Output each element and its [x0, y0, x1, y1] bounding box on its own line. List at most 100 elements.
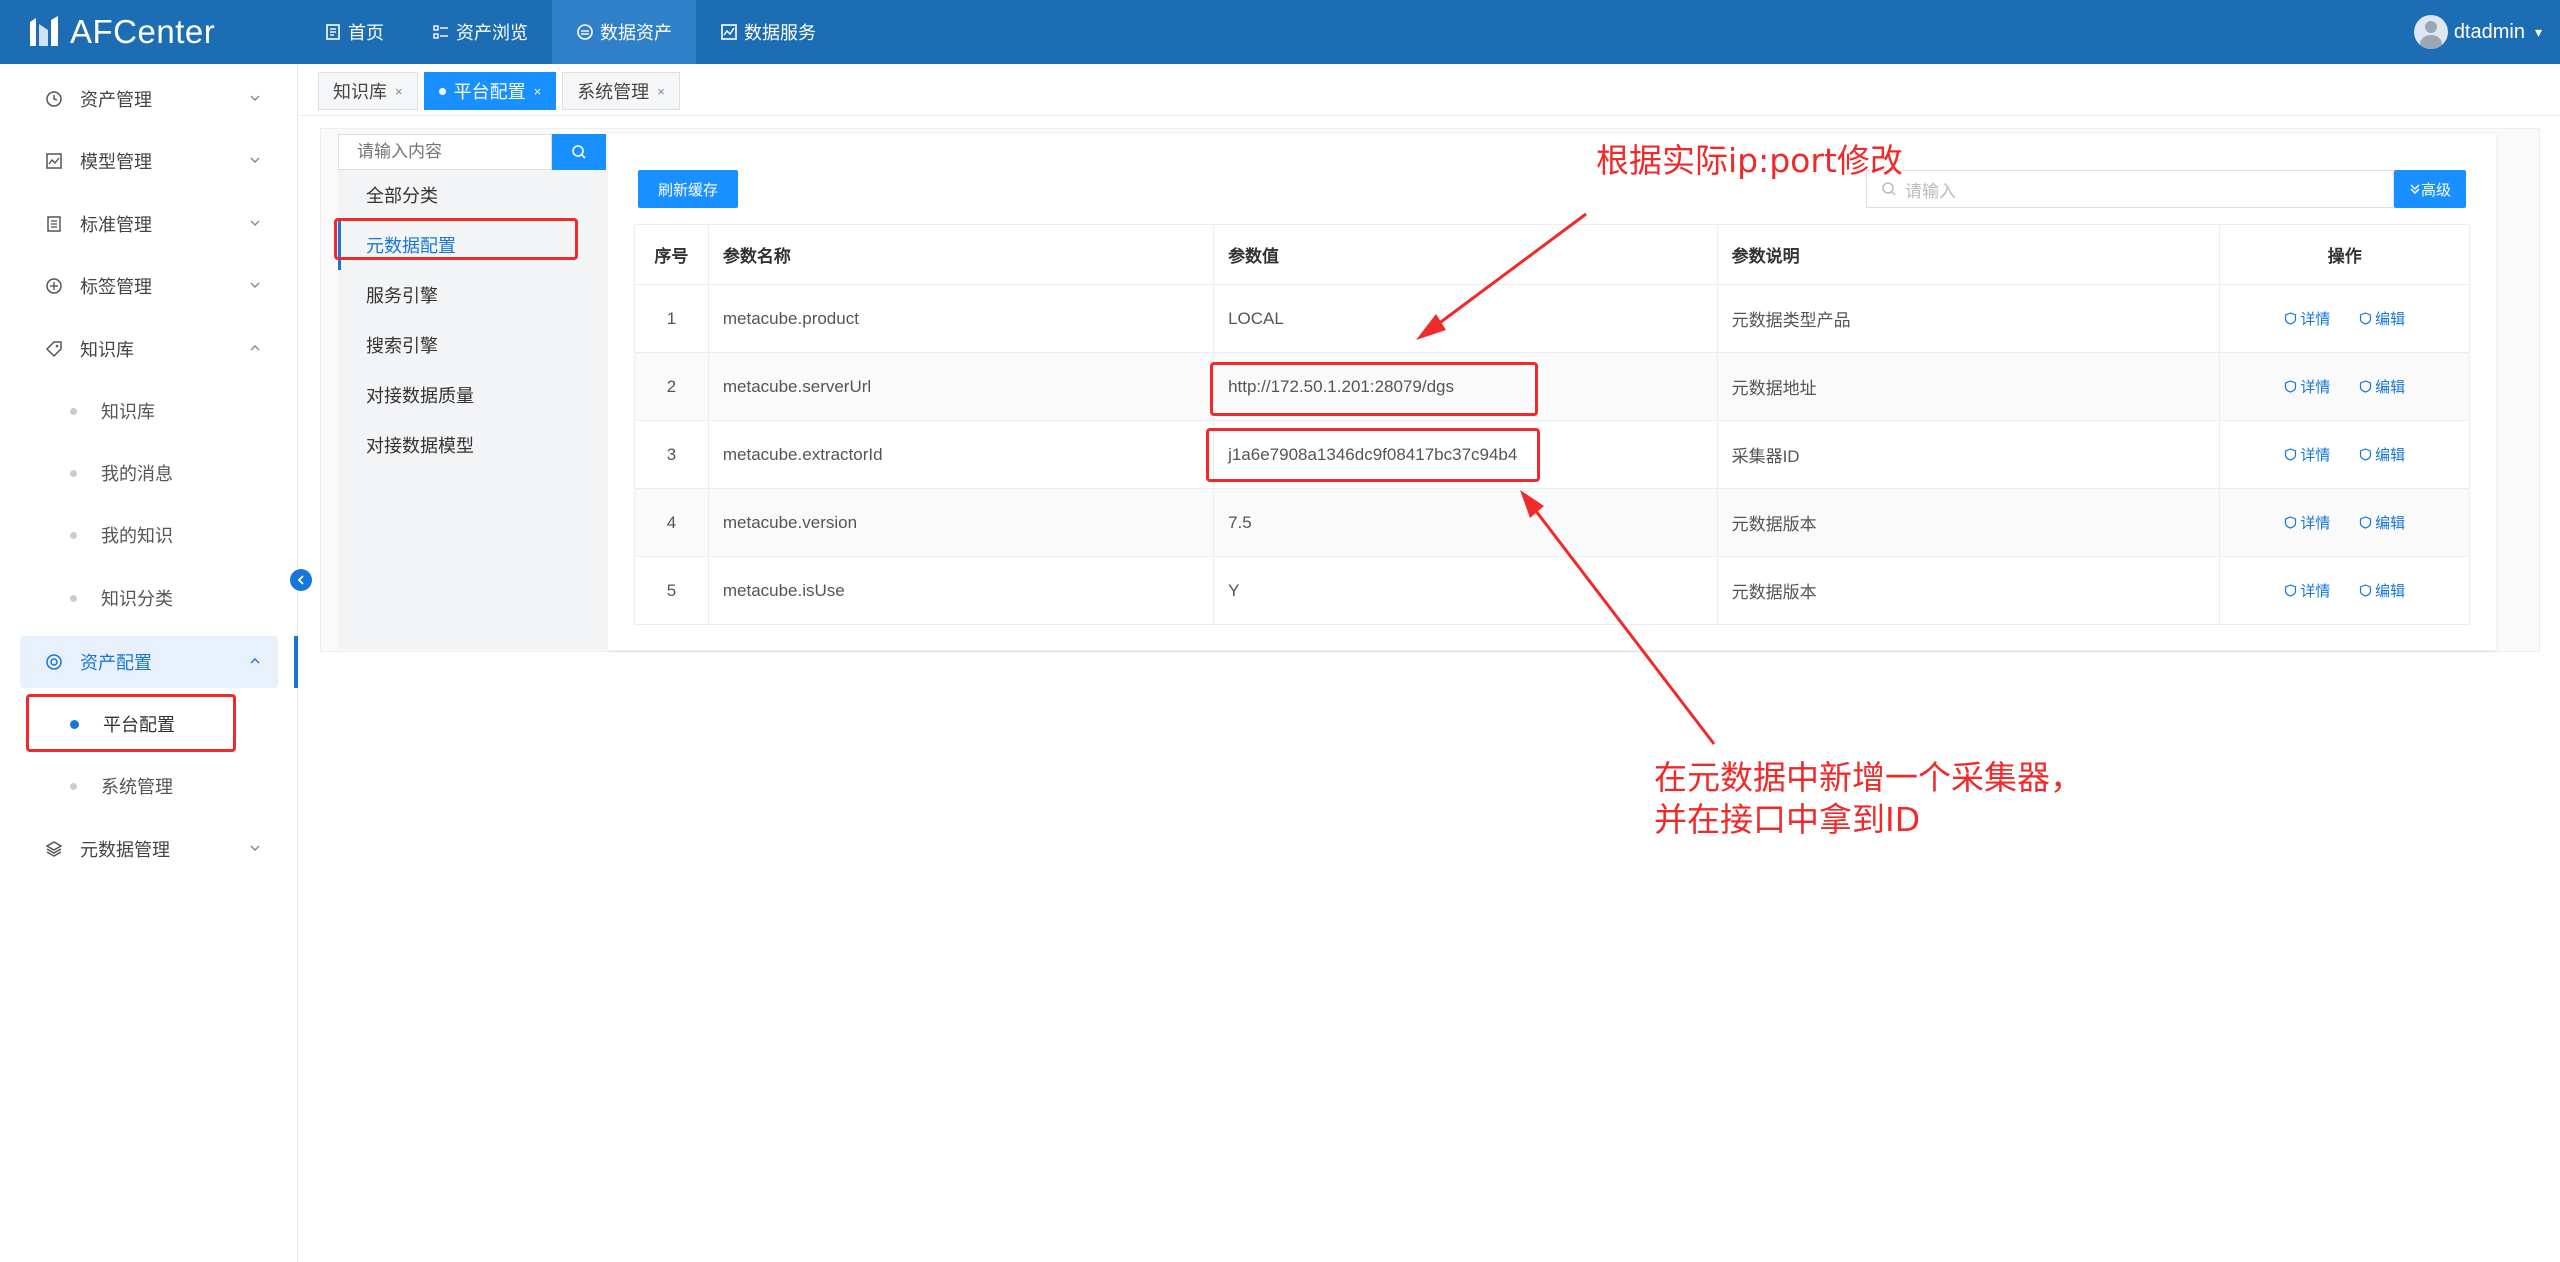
tab-knowledge-base[interactable]: 知识库 ×: [318, 72, 418, 110]
category-search-button[interactable]: [552, 134, 606, 170]
param-desc: 元数据类型产品: [1716, 284, 2221, 353]
param-desc: 元数据版本: [1716, 556, 2221, 625]
line-chart-icon: [44, 151, 64, 171]
detail-label: 详情: [2300, 446, 2331, 464]
column-header: 参数名称: [707, 224, 1215, 285]
category-search-input[interactable]: [338, 134, 552, 170]
detail-link[interactable]: 详情: [2284, 308, 2330, 329]
category-item-service-engine[interactable]: 服务引擎: [338, 270, 606, 320]
sidebar-subitem-my-knowledge[interactable]: 我的知识: [20, 509, 278, 561]
row-number: 4: [634, 488, 709, 557]
close-icon[interactable]: ×: [395, 84, 403, 99]
chart-icon: [721, 24, 737, 40]
sidebar-subitem-label: 我的知识: [101, 526, 173, 546]
nav-asset-browse-label: 资产浏览: [456, 23, 528, 43]
tabs-divider: [298, 115, 2560, 116]
config-table: 序号 参数名称 参数值 参数说明 操作 1 metacube.product L…: [634, 224, 2470, 625]
sidebar-subitem-knowledge-category[interactable]: 知识分类: [20, 572, 278, 624]
sidebar-subitem-my-messages[interactable]: 我的消息: [20, 447, 278, 499]
top-bar: AFCenter 首页 资产浏览 数据资产 数据服务 dtadmin ▾: [0, 0, 2560, 64]
category-item-all[interactable]: 全部分类: [338, 170, 606, 220]
sidebar-item-label: 标准管理: [80, 215, 152, 235]
shield-icon: [2285, 515, 2297, 529]
document-icon: [326, 24, 340, 40]
search-input[interactable]: 请输入: [1866, 170, 2394, 208]
edit-link[interactable]: 编辑: [2359, 308, 2405, 329]
edit-label: 编辑: [2375, 310, 2406, 328]
table-row: 2 metacube.serverUrl http://172.50.1.201…: [634, 352, 2470, 421]
detail-link[interactable]: 详情: [2284, 512, 2330, 533]
sidebar-item-model-management[interactable]: 模型管理: [20, 135, 278, 187]
nav-data-asset-label: 数据资产: [600, 23, 672, 43]
shield-icon: [2359, 379, 2372, 393]
nav-data-service[interactable]: 数据服务: [696, 0, 840, 64]
category-item-search-engine[interactable]: 搜索引擎: [338, 320, 606, 370]
sidebar-item-asset-management[interactable]: 资产管理: [20, 73, 278, 125]
sidebar-item-tag-management[interactable]: 标签管理: [20, 260, 278, 312]
shield-icon: [2359, 311, 2372, 325]
sidebar-subitem-knowledge-base[interactable]: 知识库: [20, 385, 278, 437]
search-icon: [1882, 182, 1896, 196]
sidebar-item-knowledge-base[interactable]: 知识库: [20, 323, 278, 375]
bullet-dot: [70, 594, 77, 602]
detail-label: 详情: [2300, 582, 2331, 600]
sidebar-item-asset-config[interactable]: 资产配置: [20, 636, 278, 688]
edit-link[interactable]: 编辑: [2359, 512, 2405, 533]
param-desc: 元数据地址: [1716, 352, 2221, 421]
sidebar-item-standard-management[interactable]: 标准管理: [20, 198, 278, 250]
refresh-cache-button[interactable]: 刷新缓存: [638, 170, 738, 208]
close-icon[interactable]: ×: [534, 84, 542, 99]
double-chevron-down-icon: [2410, 184, 2420, 195]
sidebar-item-label: 模型管理: [80, 152, 152, 172]
sidebar-item-label: 资产管理: [80, 90, 152, 110]
param-name: metacube.isUse: [707, 556, 1215, 625]
sidebar-item-metadata-management[interactable]: 元数据管理: [20, 823, 278, 875]
shield-icon: [2285, 379, 2297, 393]
close-icon[interactable]: ×: [657, 84, 665, 99]
active-indicator: [294, 636, 298, 688]
afcenter-logo-icon: [30, 16, 58, 46]
tab-platform-config[interactable]: 平台配置 ×: [423, 72, 557, 110]
sidebar-subitem-system-management[interactable]: 系统管理: [20, 760, 278, 812]
detail-label: 详情: [2300, 514, 2331, 532]
advanced-label: 高级: [2420, 181, 2451, 199]
sidebar-subitem-label: 我的消息: [101, 464, 173, 484]
table-row: 1 metacube.product LOCAL 元数据类型产品 详情 编辑: [634, 284, 2470, 353]
edit-link[interactable]: 编辑: [2359, 580, 2405, 601]
user-menu[interactable]: dtadmin ▾: [2413, 0, 2542, 64]
param-name: metacube.product: [707, 284, 1215, 353]
avatar: [2413, 15, 2448, 49]
param-value: 7.5: [1213, 488, 1718, 557]
category-search: [338, 134, 606, 170]
tab-label: 系统管理: [577, 82, 650, 102]
advanced-search-button[interactable]: 高级: [2394, 170, 2466, 208]
nav-data-asset[interactable]: 数据资产: [552, 0, 696, 64]
layers-icon: [44, 839, 64, 859]
category-item-data-model[interactable]: 对接数据模型: [338, 420, 606, 470]
detail-link[interactable]: 详情: [2284, 580, 2330, 601]
edit-label: 编辑: [2375, 446, 2406, 464]
shield-icon: [2285, 447, 2297, 461]
shield-icon: [2285, 311, 2297, 325]
app-logo[interactable]: AFCenter: [0, 13, 300, 51]
row-number: 3: [634, 420, 709, 489]
sidebar-subitem-label: 知识库: [101, 402, 155, 422]
param-desc: 采集器ID: [1716, 420, 2221, 489]
tab-system-management[interactable]: 系统管理 ×: [562, 72, 680, 110]
edit-link[interactable]: 编辑: [2359, 444, 2405, 465]
target-icon: [44, 652, 64, 672]
category-item-data-quality[interactable]: 对接数据质量: [338, 370, 606, 420]
nav-home[interactable]: 首页: [300, 0, 408, 64]
detail-link[interactable]: 详情: [2284, 376, 2330, 397]
chevron-down-icon: [250, 282, 260, 288]
page-tabs: 知识库 × 平台配置 × 系统管理 ×: [318, 72, 686, 110]
detail-link[interactable]: 详情: [2284, 444, 2330, 465]
edit-label: 编辑: [2375, 582, 2406, 600]
sidebar-subitem-label: 系统管理: [101, 777, 173, 797]
sidebar-collapse-button[interactable]: [290, 569, 312, 591]
edit-link[interactable]: 编辑: [2359, 376, 2405, 397]
nav-asset-browse[interactable]: 资产浏览: [408, 0, 552, 64]
shield-icon: [2359, 515, 2372, 529]
bullet-dot: [70, 407, 77, 415]
file-icon: [44, 214, 64, 234]
